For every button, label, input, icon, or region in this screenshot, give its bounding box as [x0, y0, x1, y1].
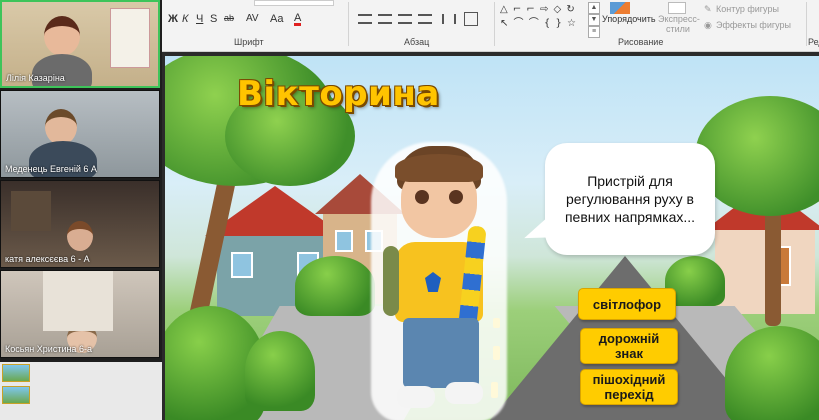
slide-thumbnail-strip [0, 362, 162, 420]
text-direction-icon[interactable] [464, 12, 478, 26]
italic-button[interactable]: К [182, 13, 188, 25]
question-speech-bubble: Пристрій для регулювання руху в певних н… [545, 143, 715, 255]
participant-tile-2[interactable]: Меденець Евгеній 6 А [0, 90, 160, 178]
participant-name: Косьян Христина 6-а [5, 344, 92, 354]
underline-button[interactable]: Ч [196, 13, 203, 25]
question-text: Пристрій для регулювання руху в певних н… [564, 173, 696, 225]
answer-label: світлофор [592, 296, 662, 312]
character-backpack [383, 246, 399, 316]
participant-name: Меденець Евгеній 6 А [5, 164, 97, 174]
paragraph-group-label: Абзац [404, 37, 430, 47]
divider [806, 2, 807, 46]
room-door [43, 271, 113, 331]
participant-tile-4[interactable]: Косьян Христина 6-а [0, 270, 160, 358]
participant-avatar [67, 221, 93, 251]
arrange-button[interactable]: Упорядочить [602, 14, 656, 24]
chevron-up-icon[interactable]: ▲ [588, 2, 600, 14]
arrange-icon [610, 2, 630, 14]
edit-group-label: Ред [808, 37, 819, 47]
align-left-icon[interactable] [358, 14, 372, 24]
answer-button-crosswalk[interactable]: пішохідний перехід [580, 369, 678, 405]
participant-tile-1[interactable]: Лілія Казаріна [0, 0, 160, 88]
font-size-box[interactable] [254, 0, 334, 6]
screen: Лілія Казаріна Меденець Евгеній 6 А катя… [0, 0, 819, 420]
align-right-icon[interactable] [398, 14, 412, 24]
change-case-button[interactable]: Aa [270, 13, 283, 25]
participant-name: катя алексєєва 6 - А [5, 254, 90, 264]
slide-thumbnail[interactable] [2, 364, 30, 382]
align-center-icon[interactable] [378, 14, 392, 24]
character-jeans [403, 318, 479, 388]
char-spacing-button[interactable]: AV [246, 13, 259, 24]
character-eye [415, 190, 429, 204]
shape-outline-button[interactable]: Контур фигуры [716, 4, 779, 14]
font-group-label: Шрифт [234, 37, 264, 47]
ribbon-toolbar: Ж К Ч S ab AV Aa A Шрифт Абзац △ ⌐ ⌐ ⇨ ◇… [162, 0, 819, 52]
wall-poster [110, 8, 150, 68]
character-eye [449, 190, 463, 204]
bush [295, 256, 375, 316]
shape-gallery[interactable]: △ ⌐ ⌐ ⇨ ◇ ↻ ↖ ⌒ ⌒ { } ☆ [500, 3, 590, 35]
boy-character-illustration [379, 146, 499, 420]
divider [348, 2, 349, 46]
answer-button-road-sign[interactable]: дорожній знак [580, 328, 678, 364]
bush [245, 331, 315, 411]
participant-name: Лілія Казаріна [6, 73, 65, 83]
strikethrough-button[interactable]: ab [224, 13, 234, 23]
character-fringe [395, 154, 483, 182]
answer-label: пішохідний перехід [592, 372, 666, 402]
bold-button[interactable]: Ж [168, 13, 178, 25]
video-call-panel: Лілія Казаріна Меденець Евгеній 6 А катя… [0, 0, 162, 362]
more-shapes-icon[interactable]: ≡ [588, 26, 600, 38]
slide-title: Вікторина [237, 74, 440, 114]
divider [494, 2, 495, 46]
shadow-button[interactable]: S [210, 13, 217, 25]
participant-tile-3[interactable]: катя алексєєва 6 - А [0, 180, 160, 268]
effects-icon: ◉ [704, 20, 712, 30]
font-color-button[interactable]: A [294, 13, 302, 26]
drawing-group-label: Рисование [618, 37, 664, 47]
shape-effects-button[interactable]: Эффекты фигуры [716, 20, 791, 30]
justify-icon[interactable] [418, 14, 432, 24]
answer-button-traffic-light[interactable]: світлофор [578, 288, 676, 320]
express-styles-icon [668, 2, 686, 14]
slide-canvas: Вікторина Пристрій для регулювання руху … [165, 56, 819, 420]
answer-label: дорожній знак [598, 331, 660, 361]
slide-thumbnail[interactable] [2, 386, 30, 404]
participant-avatar [45, 109, 77, 145]
columns-icon[interactable] [442, 14, 456, 24]
express-styles-button[interactable]: Экспресс-стили [658, 14, 700, 34]
room-shelf [11, 191, 51, 231]
pen-icon: ✎ [704, 4, 712, 14]
character-shoe [397, 386, 435, 408]
participant-avatar [44, 16, 80, 56]
character-shoe [445, 382, 483, 404]
chevron-down-icon[interactable]: ▼ [588, 14, 600, 26]
